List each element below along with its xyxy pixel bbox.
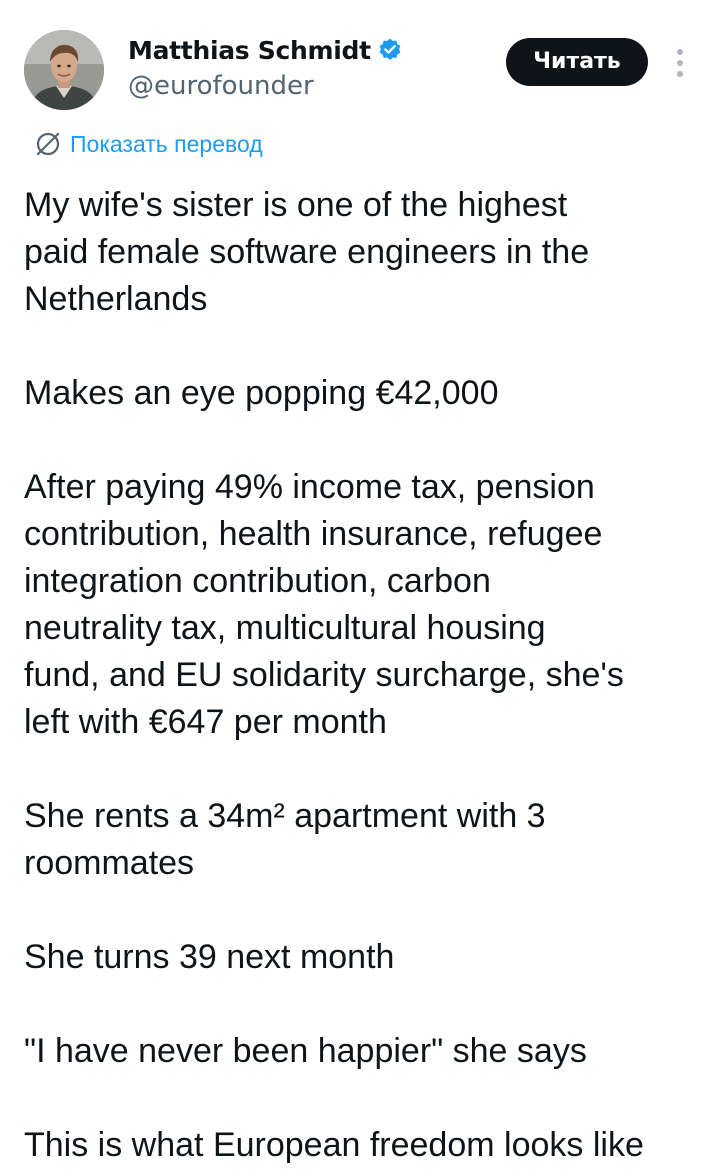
author-avatar[interactable] (24, 30, 104, 110)
tweet-paragraph: She rents a 34m² apartment with 3 roomma… (24, 797, 546, 882)
tweet-paragraph: Makes an eye popping €42,000 (24, 374, 499, 412)
tweet-paragraph: This is what European freedom looks like (24, 1126, 644, 1164)
author-display-name[interactable]: Matthias Schmidt (128, 36, 371, 65)
tweet-body: My wife's sister is one of the highest p… (24, 182, 714, 1169)
tweet-paragraph: "I have never been happier" she says (24, 1032, 587, 1070)
vertical-ellipsis-icon[interactable] (668, 46, 692, 80)
tweet-paragraph: She turns 39 next month (24, 938, 395, 976)
verified-badge-icon (377, 37, 403, 63)
show-translation-label: Показать перевод (70, 130, 263, 157)
read-button[interactable]: Читать (506, 38, 648, 86)
globe-icon (34, 130, 62, 158)
tweet-paragraph: My wife's sister is one of the highest p… (24, 186, 590, 318)
show-translation-link[interactable]: Показать перевод (34, 126, 263, 162)
tweet-paragraph: After paying 49% income tax, pension con… (24, 468, 624, 741)
author-name-row[interactable]: Matthias Schmidt (128, 30, 403, 70)
avatar-photo (24, 30, 104, 110)
author-handle[interactable]: @eurofounder (128, 68, 314, 104)
